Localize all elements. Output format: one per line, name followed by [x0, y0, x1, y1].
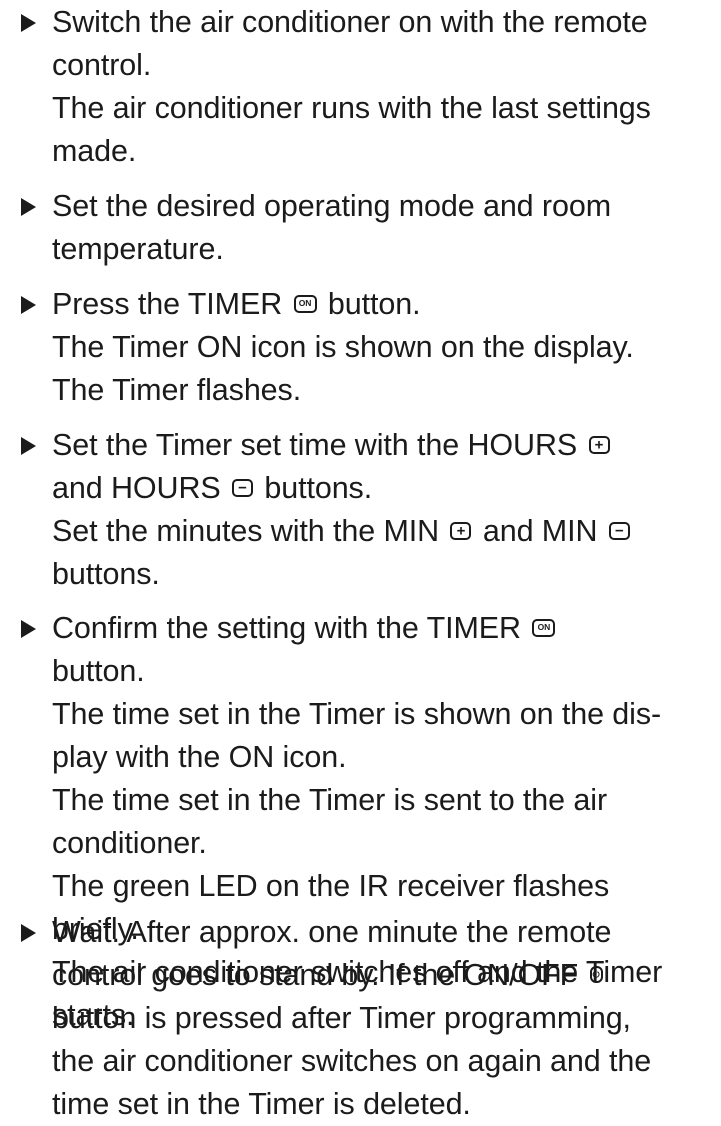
step-text-fragment: and HOURS — [52, 471, 221, 505]
step-text-fragment: Confirm the setting with the TIMER — [52, 611, 521, 645]
step-line: The air conditioner runs with the last s… — [52, 91, 651, 125]
step-line: temperature. — [52, 232, 224, 266]
step-line: The green LED on the IR receiver flashes — [52, 869, 610, 903]
minus-symbol: − — [238, 479, 247, 497]
timer-on-button-icon: ON — [293, 294, 317, 313]
minus-symbol: − — [614, 522, 624, 540]
step-line: control goes to stand by. If the ON/OFF … — [52, 954, 718, 997]
step-line: Press the TIMER ON button. — [52, 283, 718, 326]
step-text-fragment: Set the Timer set time with the HOURS — [52, 428, 578, 462]
timer-on-button-icon: ON — [532, 618, 556, 637]
step-line: The Timer ON icon is shown on the displa… — [52, 330, 634, 364]
bullet-arrow-icon — [21, 437, 36, 455]
step-line: the air conditioner switches on again an… — [52, 1044, 652, 1078]
step-text: Set the desired operating mode and room … — [52, 185, 718, 271]
bullet-arrow-icon — [21, 620, 36, 638]
minus-button-icon: − — [231, 478, 253, 497]
step-line: control. — [52, 48, 152, 82]
step-text: Set the Timer set time with the HOURS + … — [52, 424, 718, 596]
bullet-arrow-icon — [21, 198, 36, 216]
step-line: Switch the air conditioner on with the r… — [52, 5, 648, 39]
step-line: The time set in the Timer is shown on th… — [52, 697, 662, 731]
power-symbol: ⏻ — [592, 969, 600, 980]
bullet-arrow-icon — [21, 14, 36, 32]
step-line: Set the minutes with the MIN + and MIN − — [52, 510, 718, 553]
step-line: and HOURS − buttons. — [52, 467, 718, 510]
bullet-arrow-icon — [21, 296, 36, 314]
step-line: conditioner. — [52, 826, 207, 860]
plus-button-icon: + — [450, 521, 472, 540]
bullet-arrow-icon — [21, 924, 36, 942]
step-line: button is pressed after Timer programmin… — [52, 1001, 631, 1035]
plus-symbol: + — [456, 522, 466, 540]
step-line: Set the desired operating mode and room — [52, 189, 612, 223]
step-text-fragment: buttons. — [264, 471, 373, 505]
power-button-icon: ⏻ — [589, 966, 603, 984]
step-line: play with the ON icon. — [52, 740, 347, 774]
step-text-fragment: and MIN — [474, 514, 598, 548]
step-line: The time set in the Timer is sent to the… — [52, 783, 607, 817]
step-text: Switch the air conditioner on with the r… — [52, 1, 718, 173]
step-line: buttons. — [52, 557, 160, 591]
step-line: made. — [52, 134, 137, 168]
step-line: time set in the Timer is deleted. — [52, 1087, 471, 1121]
step-text: Press the TIMER ON button. The Timer ON … — [52, 283, 718, 412]
minus-button-icon: − — [608, 521, 630, 540]
step-text-fragment: control goes to stand by. If the ON/OFF — [52, 958, 579, 992]
step-text-fragment: button. — [319, 287, 421, 321]
step-line: Wait. After approx. one minute the remot… — [52, 915, 612, 949]
step-line: Confirm the setting with the TIMER ON — [52, 607, 718, 650]
step-text-fragment: Press the TIMER — [52, 287, 283, 321]
step-line: button. — [52, 654, 145, 688]
plus-button-icon: + — [588, 435, 610, 454]
step-text: Wait. After approx. one minute the remot… — [52, 911, 718, 1126]
plus-symbol: + — [594, 436, 604, 454]
step-line: The Timer flashes. — [52, 373, 302, 407]
step-line: Set the Timer set time with the HOURS + — [52, 424, 718, 467]
step-text-fragment: Set the minutes with the MIN — [52, 514, 440, 548]
